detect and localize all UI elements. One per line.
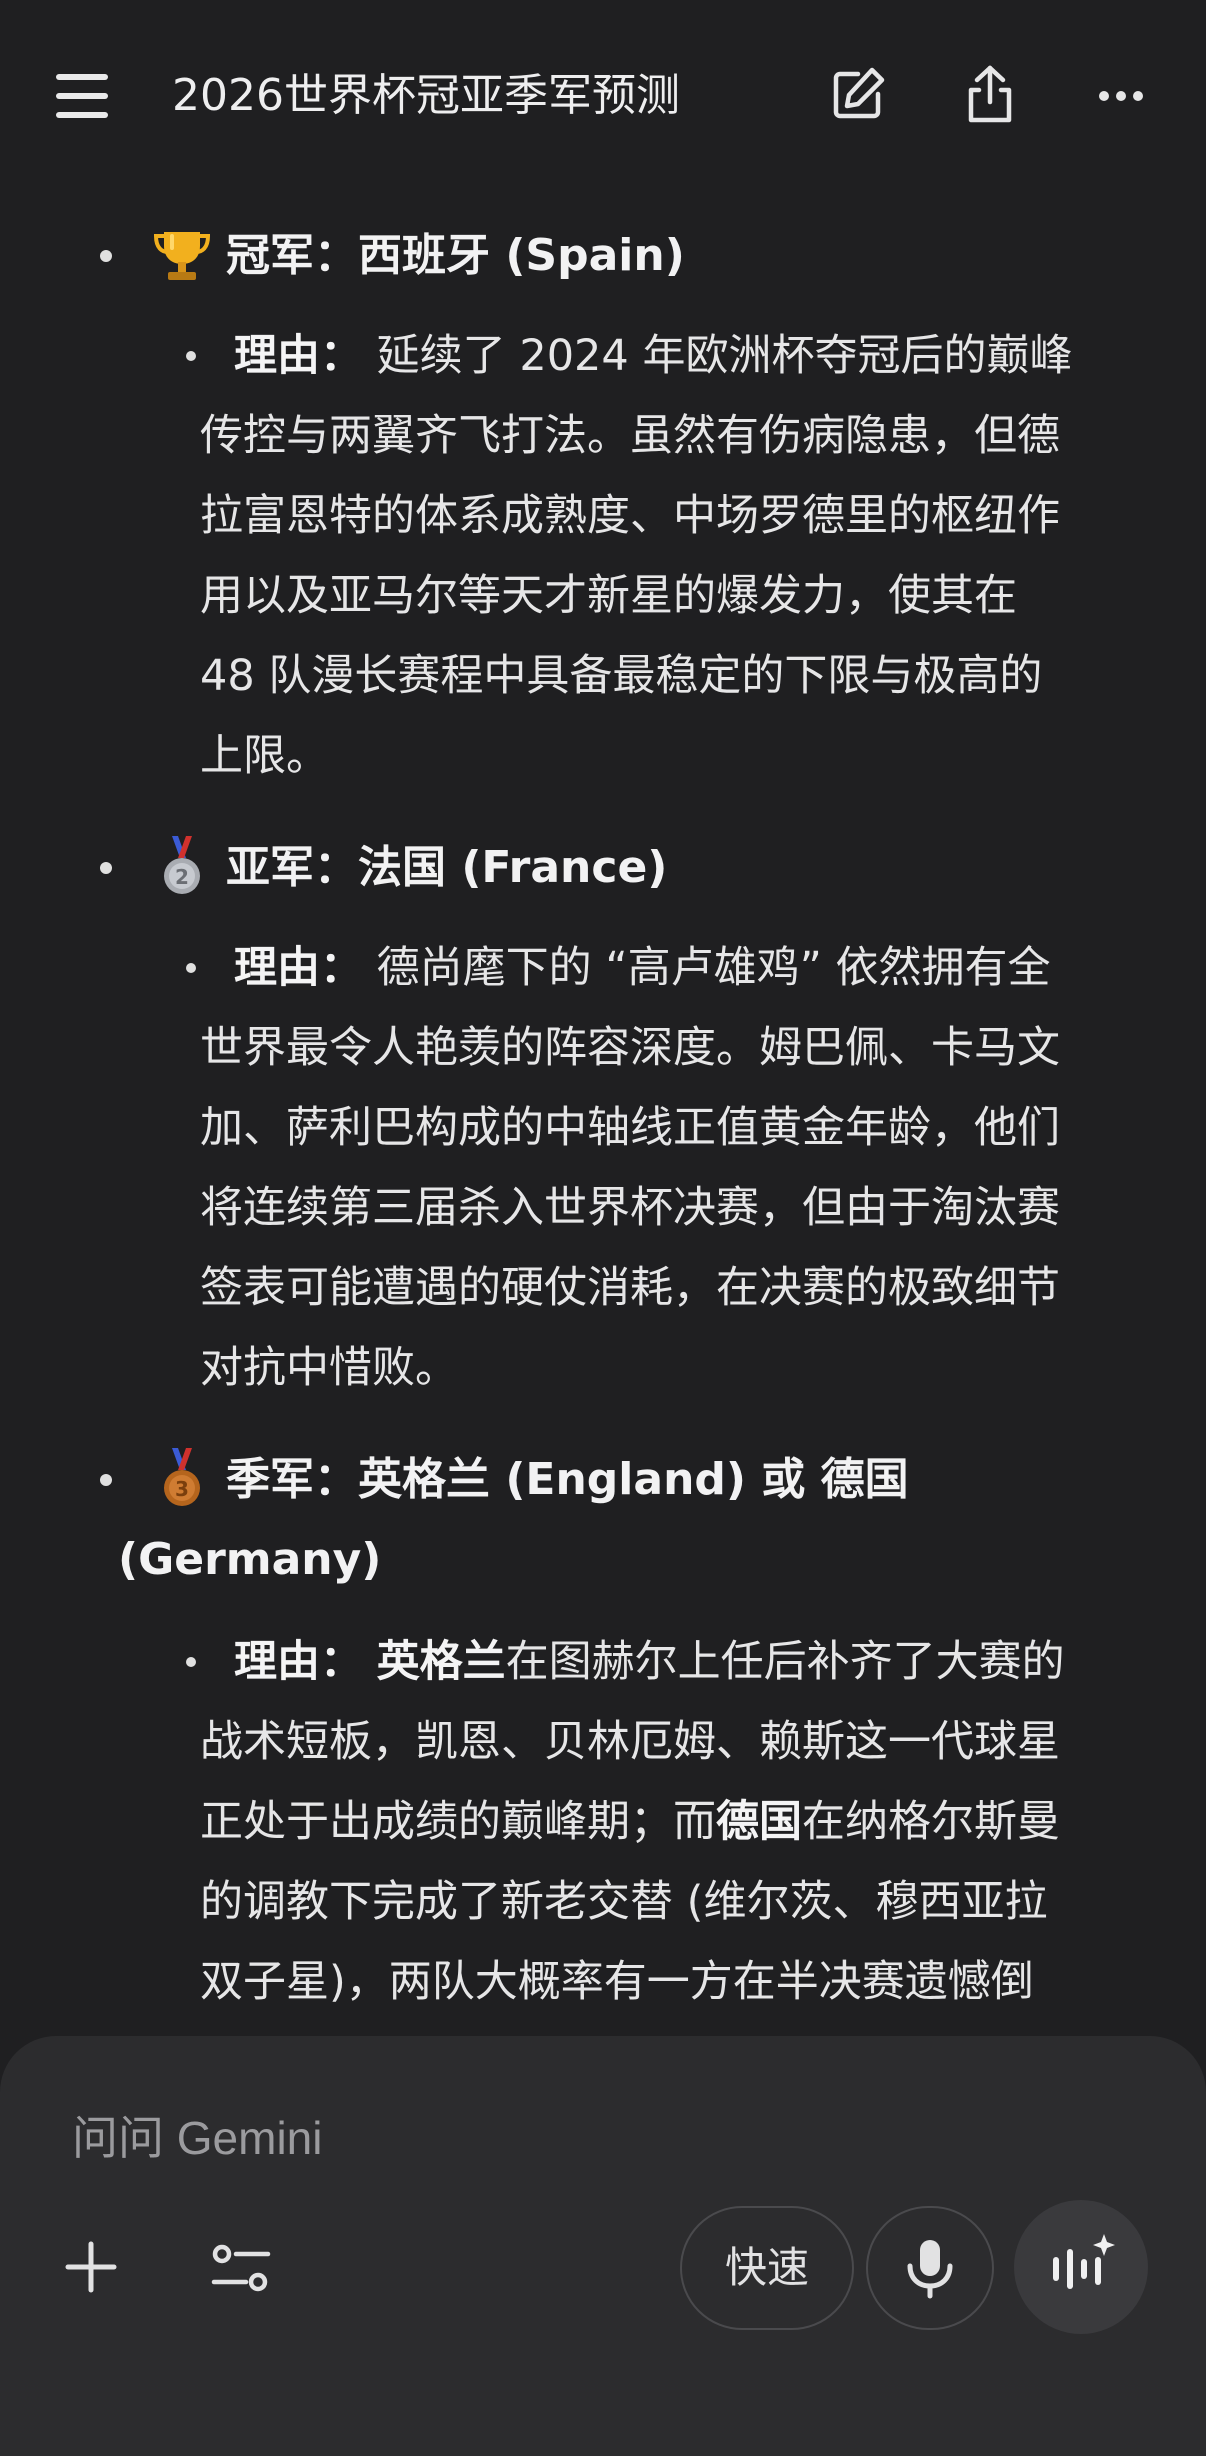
- reason-line: 在图赫尔上任后补齐了大赛的: [505, 1637, 1065, 1687]
- svg-text:2: 2: [175, 865, 189, 889]
- svg-text:3: 3: [175, 1477, 189, 1501]
- reason-line: 48 队漫长赛程中具备最稳定的下限与极高的: [200, 651, 1043, 701]
- fast-mode-button[interactable]: 快速: [680, 2206, 854, 2330]
- edit-icon[interactable]: [822, 60, 892, 130]
- live-voice-button[interactable]: [1014, 2200, 1148, 2334]
- tools-icon[interactable]: [204, 2232, 278, 2306]
- reason-label: 理由：: [234, 1637, 363, 1687]
- bullet: [100, 250, 112, 262]
- bullet: [186, 963, 196, 973]
- menu-icon[interactable]: [52, 70, 114, 122]
- reason-line: 的调教下完成了新老交替 (维尔茨、穆西亚拉: [200, 1877, 1048, 1927]
- reason-line: 在纳格尔斯曼: [802, 1797, 1060, 1847]
- champion-heading-text: 冠军：西班牙 (Spain): [226, 230, 685, 281]
- england-bold: 英格兰: [376, 1637, 506, 1687]
- bronze-medal-icon: 3: [150, 1446, 214, 1510]
- microphone-button[interactable]: [866, 2206, 994, 2330]
- microphone-icon: [907, 2240, 953, 2299]
- champion-reason: 理由： 延续了 2024 年欧洲杯夺冠后的巅峰 传控与两翼齐飞打法。虽然有伤病隐…: [186, 316, 1162, 796]
- prompt-input[interactable]: 问问 Gemini: [72, 2098, 322, 2178]
- trophy-icon: [150, 222, 214, 286]
- reason-label: 理由：: [234, 943, 363, 993]
- germany-bold: 德国: [716, 1797, 802, 1847]
- page-title: 2026世界杯冠亚季军预测: [172, 70, 680, 121]
- reason-line: 上限。: [200, 731, 329, 781]
- bullet: [100, 1474, 112, 1486]
- reason-line: 战术短板，凯恩、贝林厄姆、赖斯这一代球星: [200, 1717, 1060, 1767]
- bullet: [186, 1657, 196, 1667]
- bullet: [100, 862, 112, 874]
- third-place-reason: 理由： 英格兰在图赫尔上任后补齐了大赛的 战术短板，凯恩、贝林厄姆、赖斯这一代球…: [186, 1622, 1162, 2022]
- bullet: [186, 351, 196, 361]
- reason-line: 世界最令人艳羡的阵容深度。姆巴佩、卡马文: [200, 1023, 1060, 1073]
- share-icon[interactable]: [955, 60, 1025, 130]
- reason-label: 理由：: [234, 331, 363, 381]
- silver-medal-icon: 2: [150, 834, 214, 898]
- reason-line: 加、萨利巴构成的中轴线正值黄金年龄，他们: [200, 1103, 1060, 1153]
- reason-line: 延续了 2024 年欧洲杯夺冠后的巅峰: [376, 331, 1073, 381]
- reason-line: 双子星)，两队大概率有一方在半决赛遗憾倒: [200, 1957, 1034, 2007]
- reason-line: 用以及亚马尔等天才新星的爆发力，使其在: [200, 571, 1017, 621]
- more-icon[interactable]: [1088, 60, 1158, 130]
- reason-line: 传控与两翼齐飞打法。虽然有伤病隐患，但德: [200, 411, 1060, 461]
- runner-up-reason: 理由： 德尚麾下的 “高卢雄鸡” 依然拥有全 世界最令人艳羡的阵容深度。姆巴佩、…: [186, 928, 1162, 1408]
- reason-line: 对抗中惜败。: [200, 1343, 458, 1393]
- top-bar: 2026世界杯冠亚季军预测: [0, 0, 1206, 190]
- runner-up-heading-text: 亚军：法国 (France): [226, 842, 668, 893]
- reason-line: 将连续第三届杀入世界杯决赛，但由于淘汰赛: [200, 1183, 1060, 1233]
- runner-up-heading: 2 亚军：法国 (France): [100, 828, 1150, 908]
- third-place-heading-text: 季军：英格兰 (England) 或 德国: [226, 1454, 909, 1505]
- reason-line: 正处于出成绩的巅峰期；而: [200, 1797, 716, 1847]
- add-icon[interactable]: [56, 2232, 126, 2302]
- reason-line: 拉富恩特的体系成熟度、中场罗德里的枢纽作: [200, 491, 1060, 541]
- third-place-heading: 3 季军：英格兰 (England) 或 德国: [100, 1440, 1150, 1520]
- sparkle-waveform-icon: [1053, 2234, 1115, 2289]
- champion-heading: 冠军：西班牙 (Spain): [100, 216, 1150, 296]
- third-place-heading-cont: (Germany): [118, 1534, 382, 1585]
- reason-line: 德尚麾下的 “高卢雄鸡” 依然拥有全: [376, 943, 1051, 993]
- reason-line: 签表可能遭遇的硬仗消耗，在决赛的极致细节: [200, 1263, 1060, 1313]
